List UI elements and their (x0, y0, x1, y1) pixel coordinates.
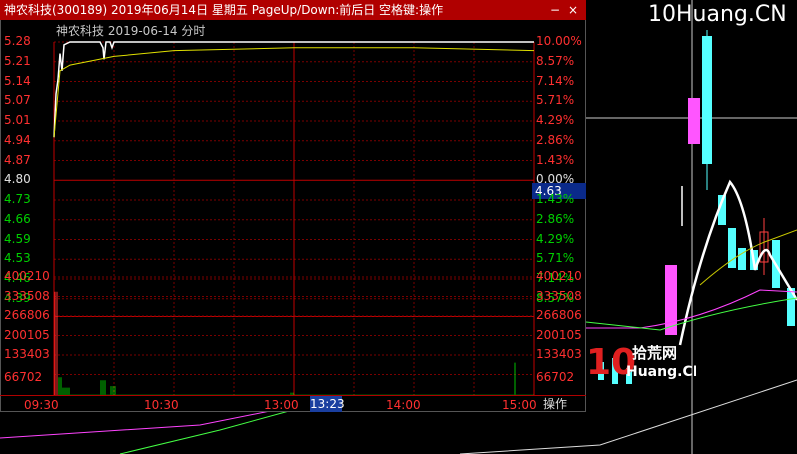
intraday-chart (53, 41, 535, 395)
pct-tick-label: 7.14% (536, 73, 575, 88)
pct-tick-label: 8.57% (536, 53, 575, 68)
volume-tick-label: 133403 (4, 347, 50, 361)
volume-tick-label: 66702 (536, 369, 575, 384)
logo-site: Huang.CN (626, 364, 696, 380)
volume-tick-label: 133403 (536, 347, 582, 361)
time-label: 09:30 (24, 398, 59, 412)
volume-tick-label: 200105 (536, 327, 582, 342)
pct-tick-label: 4.29% (536, 113, 575, 127)
pct-tick-label: 4.29% (536, 231, 575, 246)
volume-tick-label: 200105 (4, 327, 50, 342)
price-tick-label: 5.07 (4, 93, 31, 108)
pct-tick-label: 5.71% (536, 251, 575, 266)
candle-up (688, 98, 700, 144)
volume-tick-label: 400210 (536, 269, 582, 283)
volume-tick-label: 333508 (536, 288, 582, 303)
pct-tick-label: 0.00% (536, 172, 575, 187)
volume-tick-label: 400210 (4, 269, 50, 283)
price-tick-label: 4.59 (4, 231, 31, 246)
price-tick-label: 5.21 (4, 53, 31, 68)
current-time-marker: 13:23 (310, 396, 345, 412)
time-axis: 09:30 10:30 13:00 14:00 15:00 (0, 395, 586, 413)
pct-tick-label: 5.71% (536, 93, 575, 108)
time-label: 14:00 (386, 398, 421, 412)
logo-cn: 拾荒网 (632, 344, 677, 362)
site-logo: 10 拾荒网 Huang.CN (586, 342, 696, 380)
time-label: 15:00 (502, 398, 537, 412)
price-tick-label: 4.66 (4, 211, 31, 226)
price-tick-label: 4.94 (4, 132, 31, 147)
price-tick-label: 4.80 (4, 172, 31, 187)
volume-tick-label: 333508 (4, 288, 50, 303)
candle-up (665, 265, 677, 335)
operate-button[interactable]: 操作 (537, 396, 591, 412)
time-label: 13:00 (264, 398, 299, 412)
price-tick-label: 4.87 (4, 152, 31, 167)
volume-tick-label: 66702 (4, 369, 43, 384)
price-tick-label: 5.28 (4, 34, 31, 48)
pct-tick-label: 1.43% (536, 152, 575, 167)
pct-tick-label: 10.00% (536, 34, 582, 48)
watermark-text: 10Huang.CN (648, 2, 787, 27)
pct-tick-label: 1.43% (536, 192, 575, 206)
pct-tick-label: 2.86% (536, 211, 575, 226)
pct-tick-label: 2.86% (536, 132, 575, 147)
price-tick-label: 5.01 (4, 113, 31, 127)
time-label: 10:30 (144, 398, 179, 412)
volume-tick-label: 266806 (536, 308, 582, 322)
price-tick-label: 4.53 (4, 251, 31, 266)
volume-tick-label: 266806 (4, 308, 50, 322)
price-tick-label: 4.73 (4, 192, 31, 206)
price-tick-label: 5.14 (4, 73, 31, 88)
